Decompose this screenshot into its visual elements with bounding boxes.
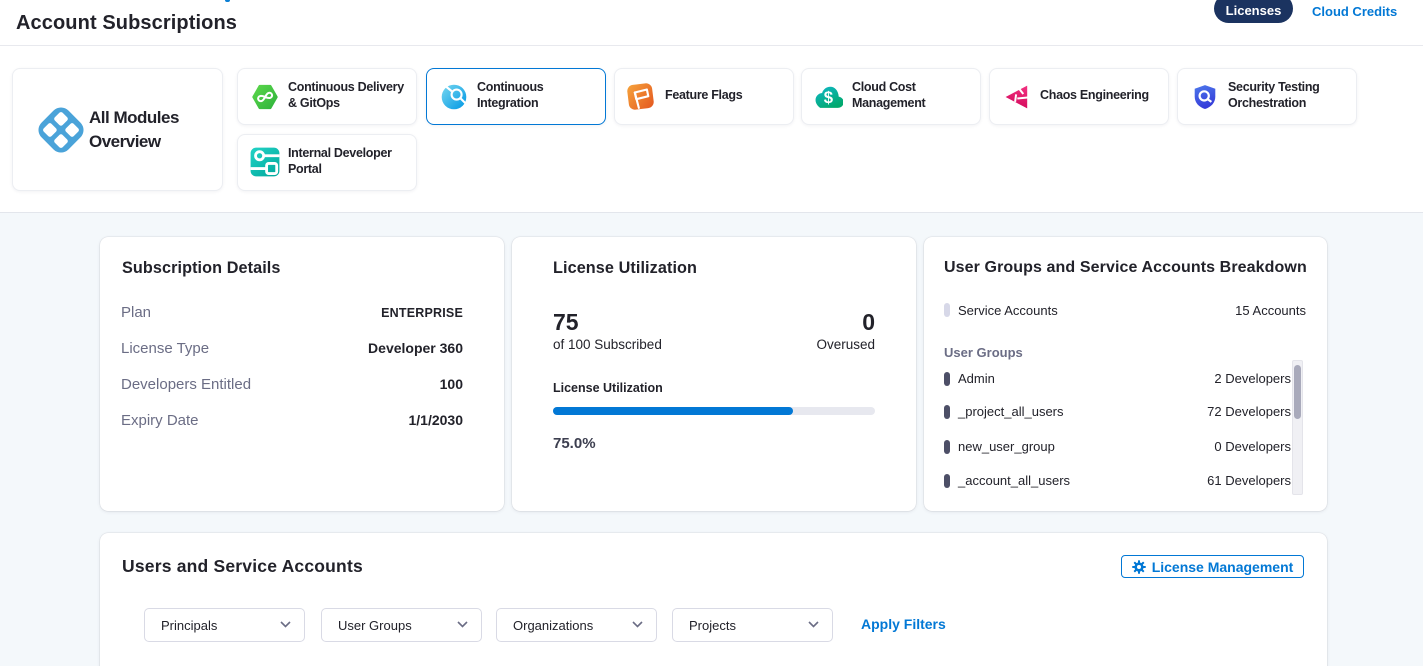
svg-text:$: $ <box>824 88 834 107</box>
